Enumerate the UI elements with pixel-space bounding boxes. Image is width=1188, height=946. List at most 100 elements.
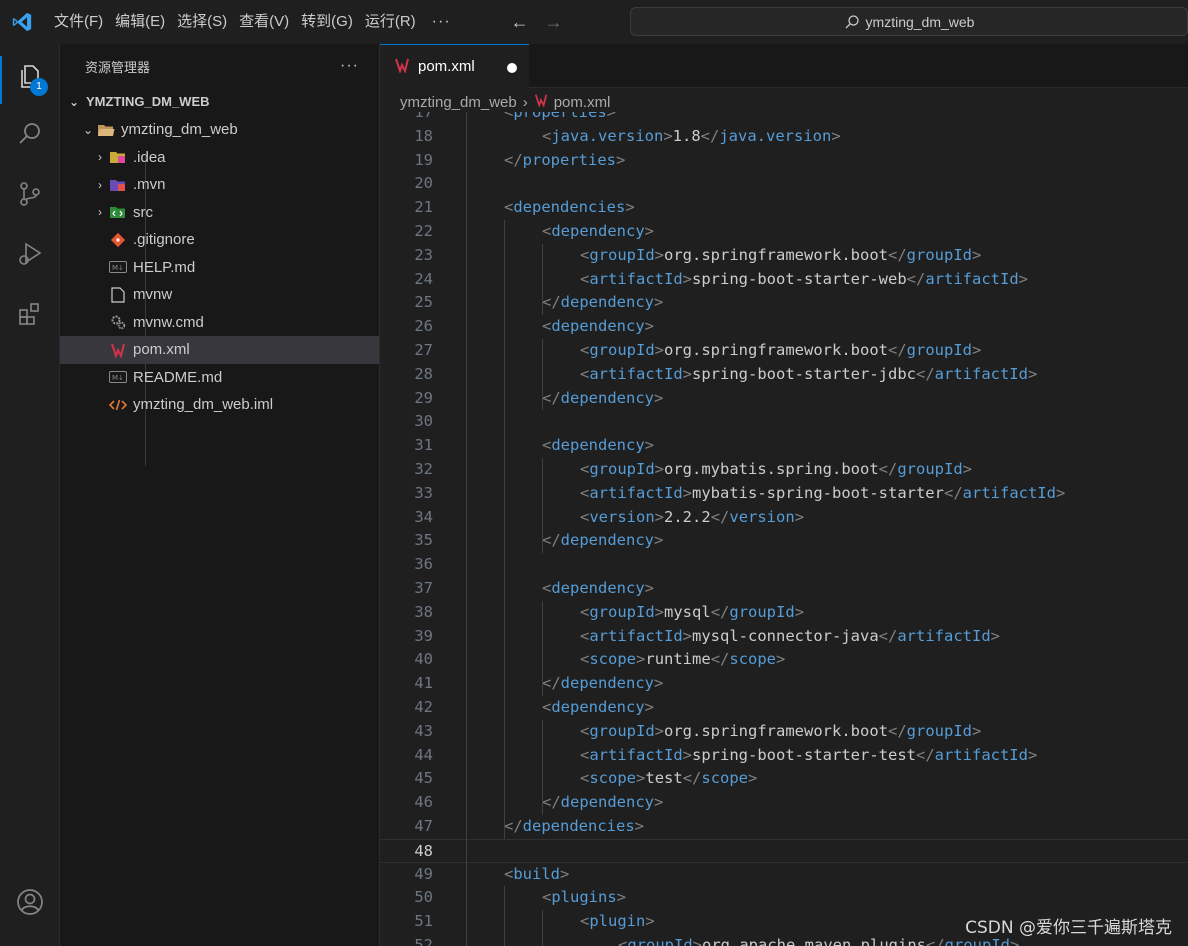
line-number: 43: [414, 721, 433, 740]
accounts-activity-button[interactable]: [0, 874, 60, 930]
code-line[interactable]: 36: [380, 553, 1188, 577]
tree-item-label: ymzting_dm_web: [121, 121, 238, 139]
xml-icon: [108, 396, 128, 414]
breadcrumb-folder[interactable]: ymzting_dm_web: [400, 94, 517, 111]
code-line[interactable]: 49 <build>: [380, 863, 1188, 887]
search-icon: [19, 123, 40, 144]
back-arrow-icon[interactable]: ←: [511, 12, 529, 33]
unsaved-dot-icon[interactable]: [507, 63, 517, 73]
tree-item-label: README.md: [133, 368, 223, 386]
code-line[interactable]: 50 <plugins>: [380, 886, 1188, 910]
tree-item-mvnw-cmd[interactable]: mvnw.cmd: [60, 309, 379, 337]
code-text: </dependency>: [542, 793, 664, 812]
src-folder-icon: [108, 203, 128, 221]
code-line[interactable]: 35 </dependency>: [380, 529, 1188, 553]
menu-edit[interactable]: 编辑(E): [109, 7, 171, 37]
explorer-root-folder[interactable]: ⌄ YMZTING_DM_WEB: [60, 88, 379, 116]
menu-go[interactable]: 转到(G): [295, 7, 359, 37]
search-activity-button[interactable]: [0, 106, 60, 162]
tree-item-gitignore[interactable]: .gitignore: [60, 226, 379, 254]
code-line[interactable]: 47 </dependencies>: [380, 815, 1188, 839]
tree-item-pom-xml[interactable]: pom.xml: [60, 336, 379, 364]
menu-run[interactable]: 运行(R): [359, 7, 422, 37]
tree-item-folder[interactable]: ⌄ ymzting_dm_web: [60, 116, 379, 144]
code-line[interactable]: 26 <dependency>: [380, 315, 1188, 339]
explorer-activity-button[interactable]: 1: [0, 48, 60, 104]
code-line[interactable]: 30: [380, 410, 1188, 434]
code-line[interactable]: 40 <scope>runtime</scope>: [380, 648, 1188, 672]
explorer-more-button[interactable]: ···: [340, 57, 359, 75]
run-debug-icon: [19, 242, 42, 265]
code-line[interactable]: 32 <groupId>org.mybatis.spring.boot</grou…: [380, 458, 1188, 482]
code-line[interactable]: 20: [380, 172, 1188, 196]
code-editor[interactable]: 17 <properties> 18 <java.version>1.8</java.…: [380, 112, 1188, 946]
line-number: 47: [414, 817, 433, 835]
menu-file[interactable]: 文件(F): [48, 7, 109, 37]
line-number: 17: [414, 112, 433, 121]
code-line[interactable]: 29 </dependency>: [380, 387, 1188, 411]
code-line[interactable]: 38 <groupId>mysql</groupId>: [380, 601, 1188, 625]
line-number: 38: [414, 602, 433, 621]
tree-item-idea[interactable]: › .idea: [60, 144, 379, 172]
markdown-icon: M↓: [108, 258, 128, 276]
line-number: 33: [414, 483, 433, 502]
code-text: <artifactId>mybatis-spring-boot-starter<…: [580, 483, 1066, 502]
code-line[interactable]: 25 </dependency>: [380, 291, 1188, 315]
tree-item-mvnw[interactable]: mvnw: [60, 281, 379, 309]
code-line[interactable]: 18 <java.version>1.8</java.version>: [380, 125, 1188, 149]
code-line[interactable]: 48: [380, 838, 1188, 863]
code-line[interactable]: 22 <dependency>: [380, 220, 1188, 244]
tree-item-src[interactable]: › src: [60, 199, 379, 227]
code-line[interactable]: 31 <dependency>: [380, 434, 1188, 458]
command-center-search[interactable]: ymzting_dm_web: [630, 7, 1188, 36]
code-line[interactable]: 21 <dependencies>: [380, 196, 1188, 220]
menu-selection[interactable]: 选择(S): [171, 7, 233, 37]
forward-arrow-icon[interactable]: →: [545, 12, 563, 33]
run-debug-activity-button[interactable]: [0, 226, 60, 282]
maven-icon: [108, 341, 128, 359]
code-text: <dependency>: [542, 698, 655, 716]
code-line[interactable]: 34 <version>2.2.2</version>: [380, 506, 1188, 530]
menu-bar: 文件(F) 编辑(E) 选择(S) 查看(V) 转到(G) 运行(R) ···: [48, 0, 461, 44]
code-line[interactable]: 46 </dependency>: [380, 791, 1188, 815]
code-text: </dependency>: [542, 293, 664, 312]
code-text: </properties>: [504, 150, 626, 169]
indent-guide: [542, 719, 543, 815]
menu-view[interactable]: 查看(V): [233, 7, 295, 37]
tab-pom-xml[interactable]: pom.xml: [380, 44, 529, 88]
code-line[interactable]: 39 <artifactId>mysql-connector-java</arti…: [380, 625, 1188, 649]
code-text: </dependency>: [542, 674, 664, 693]
code-line[interactable]: 42 <dependency>: [380, 696, 1188, 720]
tree-item-mvn[interactable]: › .mvn: [60, 171, 379, 199]
tree-item-readme-md[interactable]: M↓ README.md: [60, 364, 379, 392]
code-line[interactable]: 27 <groupId>org.springframework.boot</gro…: [380, 339, 1188, 363]
tree-item-help-md[interactable]: M↓ HELP.md: [60, 254, 379, 282]
markdown-icon: M↓: [108, 368, 128, 386]
code-text: <groupId>org.springframework.boot</group…: [580, 245, 982, 264]
source-control-activity-button[interactable]: [0, 166, 60, 222]
code-line[interactable]: 33 <artifactId>mybatis-spring-boot-starte…: [380, 482, 1188, 506]
code-line[interactable]: 28 <artifactId>spring-boot-starter-jdbc</…: [380, 363, 1188, 387]
code-line[interactable]: 44 <artifactId>spring-boot-starter-test</…: [380, 744, 1188, 768]
root-folder-label: YMZTING_DM_WEB: [86, 94, 210, 110]
code-line[interactable]: 17 <properties>: [380, 112, 1188, 125]
code-line[interactable]: 19 </properties>: [380, 149, 1188, 173]
code-line[interactable]: 45 <scope>test</scope>: [380, 767, 1188, 791]
menu-more-button[interactable]: ···: [422, 13, 461, 31]
breadcrumb-file[interactable]: pom.xml: [554, 94, 611, 111]
code-text: <dependency>: [542, 436, 655, 455]
code-text: <artifactId>spring-boot-starter-test</ar…: [580, 745, 1038, 764]
chevron-right-icon: ›: [98, 177, 102, 192]
code-text: <dependency>: [542, 222, 655, 240]
extensions-activity-button[interactable]: [0, 286, 60, 342]
idea-folder-icon: [108, 148, 128, 166]
code-line[interactable]: 41 </dependency>: [380, 672, 1188, 696]
indent-guide: [504, 886, 505, 946]
code-line[interactable]: 43 <groupId>org.springframework.boot</gro…: [380, 720, 1188, 744]
svg-text:M↓: M↓: [112, 374, 124, 382]
tree-item-iml[interactable]: ymzting_dm_web.iml: [60, 391, 379, 419]
line-number: 40: [414, 650, 433, 669]
code-line[interactable]: 37 <dependency>: [380, 577, 1188, 601]
code-line[interactable]: 24 <artifactId>spring-boot-starter-web</a…: [380, 268, 1188, 292]
code-line[interactable]: 23 <groupId>org.springframework.boot</gro…: [380, 244, 1188, 268]
